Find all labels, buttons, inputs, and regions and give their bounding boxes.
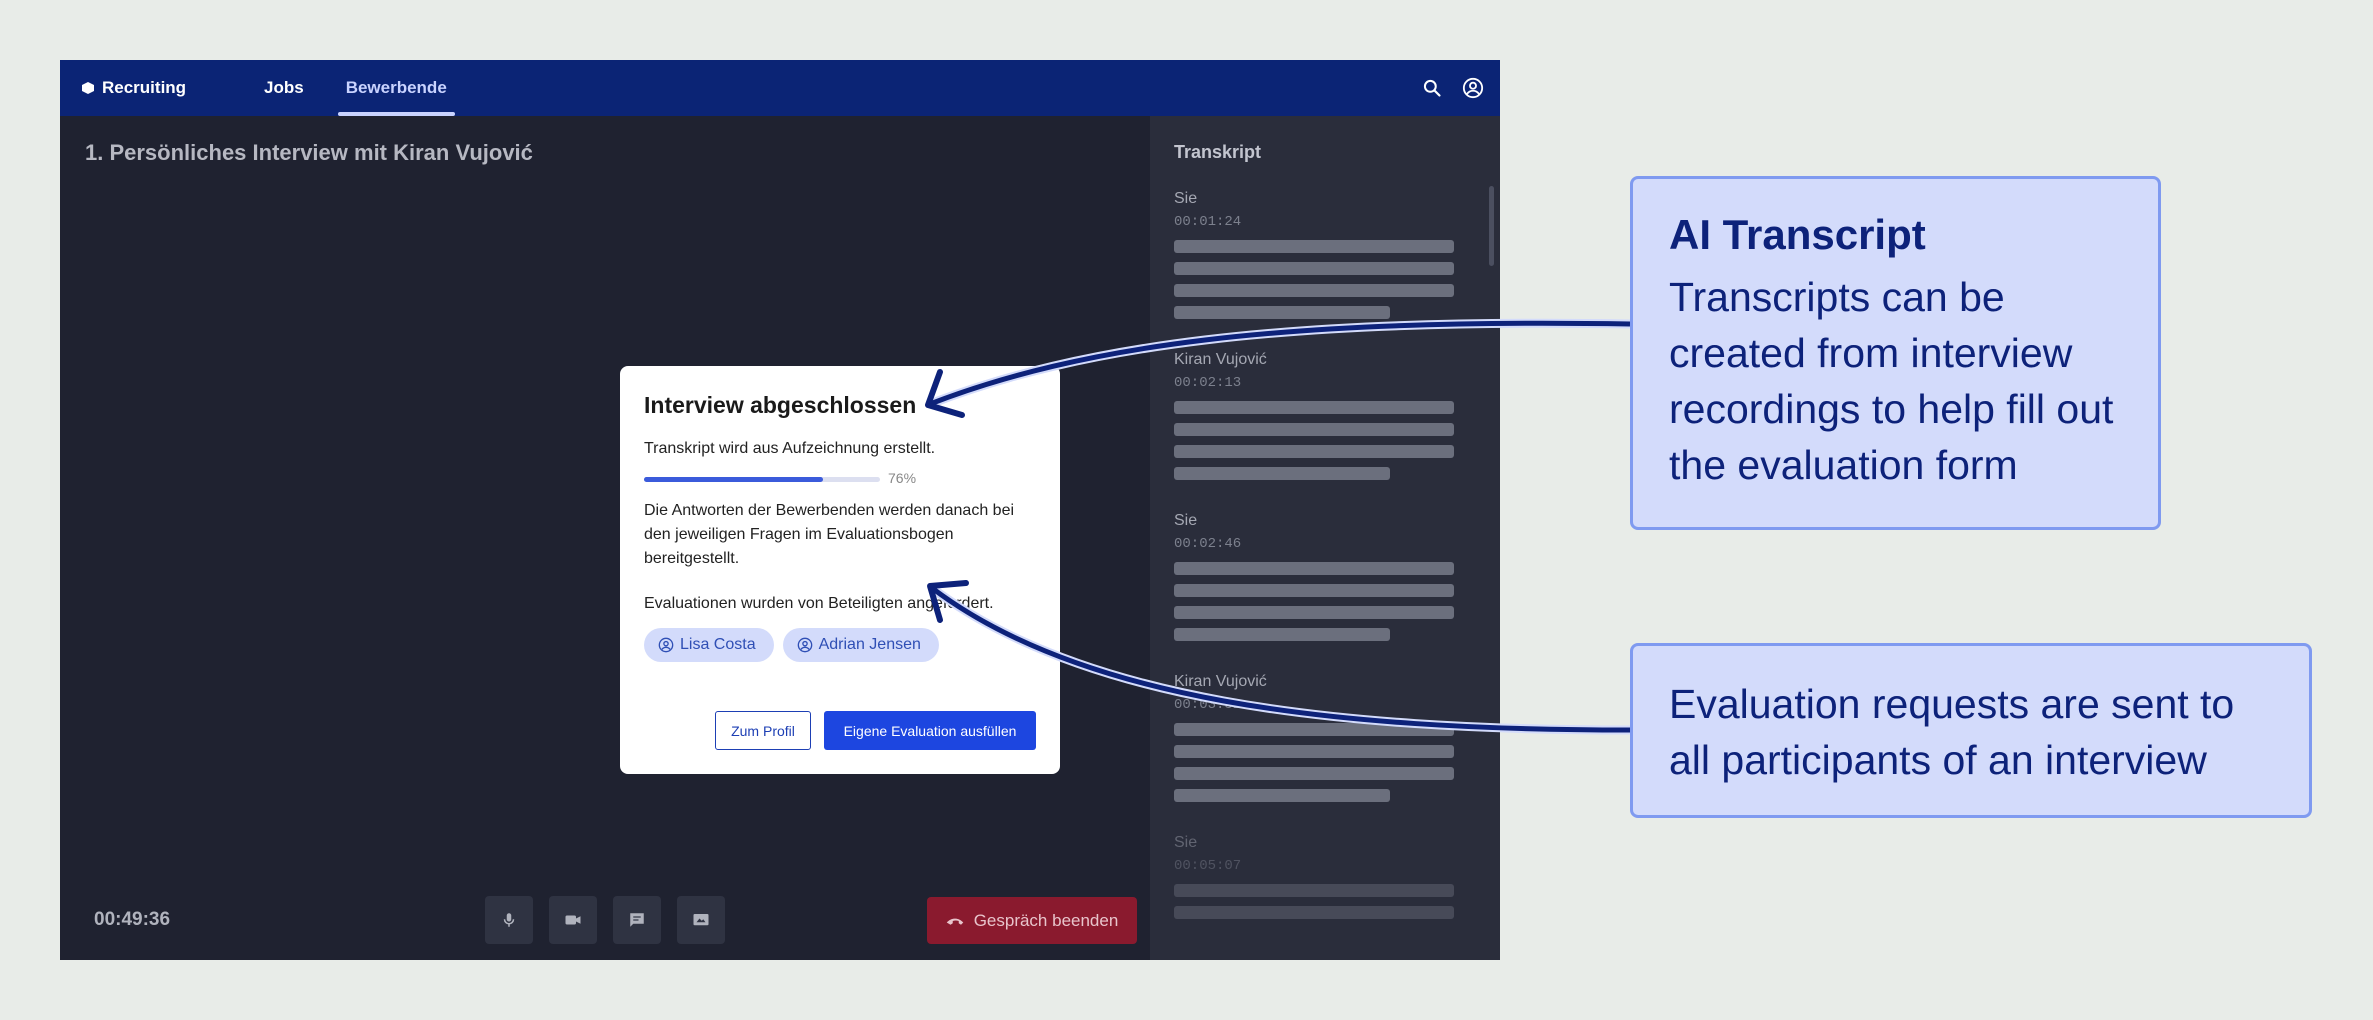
- transcript-speaker: Sie: [1174, 190, 1198, 207]
- call-timer: 00:49:36: [94, 909, 171, 930]
- transcript-timestamp: 00:01:24: [1174, 214, 1242, 230]
- ai-transcript-callout: AI Transcript Transcripts can be created…: [1630, 176, 2161, 530]
- top-navigation-bar: Recruiting Jobs Bewerbende: [60, 60, 1500, 116]
- transcript-entry: Kiran Vujović 00:03:51: [1174, 673, 1454, 834]
- screen-share-button[interactable]: [677, 896, 725, 944]
- transcript-text-placeholder: [1174, 745, 1454, 758]
- transcript-text-placeholder: [1174, 240, 1454, 253]
- fill-evaluation-button[interactable]: Eigene Evaluation ausfüllen: [824, 711, 1036, 750]
- transcript-speaker: Sie: [1174, 834, 1198, 851]
- end-call-button[interactable]: Gespräch beenden: [927, 897, 1137, 944]
- transcript-entry: Sie 00:01:24: [1174, 190, 1454, 351]
- participant-name: Lisa Costa: [680, 636, 756, 653]
- dialog-title: Interview abgeschlossen: [644, 392, 917, 418]
- user-circle-icon: [797, 637, 812, 653]
- screen-share-icon: [693, 914, 709, 926]
- main-nav: Jobs Bewerbende: [256, 60, 481, 116]
- participant-chip[interactable]: Adrian Jensen: [782, 628, 939, 662]
- transcript-text-placeholder: [1174, 884, 1454, 897]
- transcript-text-placeholder: [1174, 723, 1454, 736]
- transcript-text-placeholder: [1174, 262, 1454, 275]
- camera-button[interactable]: [549, 896, 597, 944]
- transcript-text-placeholder: [1174, 306, 1390, 319]
- transcript-entries: Sie 00:01:24 Kiran Vujović 00:02:13 Sie …: [1174, 190, 1454, 960]
- interview-complete-dialog: Interview abgeschlossen Transkript wird …: [620, 366, 1060, 774]
- search-icon[interactable]: [1422, 78, 1442, 98]
- brand-name: Recruiting: [102, 78, 187, 97]
- transcript-entry: Kiran Vujović 00:02:13: [1174, 351, 1454, 512]
- transcript-entry: Sie 00:05:07: [1174, 834, 1454, 960]
- account-circle-icon[interactable]: [1462, 77, 1484, 99]
- participant-chips: Lisa Costa Adrian Jensen: [644, 628, 939, 662]
- hexagon-logo-icon: [82, 82, 94, 94]
- transcript-timestamp: 00:02:13: [1174, 375, 1242, 391]
- transcript-text-placeholder: [1174, 628, 1390, 641]
- callout-heading: AI Transcript: [1669, 211, 1926, 258]
- transcript-text-placeholder: [1174, 606, 1454, 619]
- nav-jobs[interactable]: Jobs: [256, 60, 312, 116]
- transcript-progress-label: 76%: [888, 470, 917, 486]
- brand[interactable]: Recruiting: [82, 60, 186, 116]
- participant-chip[interactable]: Lisa Costa: [644, 628, 774, 662]
- user-circle-icon: [658, 637, 674, 653]
- transcript-text-placeholder: [1174, 467, 1390, 480]
- transcript-entry: Sie 00:02:46: [1174, 512, 1454, 673]
- interview-title: 1. Persönliches Interview mit Kiran Vujo…: [85, 140, 533, 165]
- phone-hangup-icon: [946, 918, 963, 925]
- call-controls: [485, 896, 725, 944]
- transcript-text-placeholder: [1174, 562, 1454, 575]
- transcript-text-placeholder: [1174, 767, 1454, 780]
- transcript-text-placeholder: [1174, 906, 1454, 919]
- transcript-text-placeholder: [1174, 284, 1454, 297]
- transcript-status: Transkript wird aus Aufzeichnung erstell…: [644, 440, 936, 457]
- nav-bewerbende[interactable]: Bewerbende: [337, 60, 455, 116]
- evaluation-requests-callout: Evaluation requests are sent to all part…: [1630, 643, 2312, 818]
- microphone-button[interactable]: [485, 896, 533, 944]
- transcript-speaker: Kiran Vujović: [1174, 351, 1267, 368]
- end-call-label: Gespräch beenden: [973, 910, 1119, 930]
- callout-text: Transcripts can be created from intervie…: [1669, 274, 2114, 488]
- transcript-speaker: Sie: [1174, 512, 1198, 529]
- transcript-progress-bar: [644, 477, 880, 482]
- transcript-timestamp: 00:02:46: [1174, 536, 1242, 552]
- chat-icon: [630, 913, 644, 927]
- transcript-timestamp: 00:03:51: [1174, 697, 1242, 713]
- transcript-progress-fill: [644, 477, 824, 482]
- transcript-text-placeholder: [1174, 789, 1390, 802]
- transcript-panel: Transkript Sie 00:01:24 Kiran Vujović 00…: [1150, 116, 1500, 960]
- to-profile-button[interactable]: Zum Profil: [715, 711, 811, 750]
- transcript-title: Transkript: [1174, 142, 1262, 162]
- evaluation-requested-text: Evaluationen wurden von Beteiligten ange…: [644, 595, 994, 612]
- transcript-text-placeholder: [1174, 401, 1454, 414]
- dialog-info-text: Die Antworten der Bewerbenden werden dan…: [644, 502, 1015, 567]
- top-icons: [1422, 60, 1484, 116]
- camera-icon: [565, 915, 581, 925]
- transcript-speaker: Kiran Vujović: [1174, 673, 1267, 690]
- transcript-text-placeholder: [1174, 584, 1454, 597]
- transcript-text-placeholder: [1174, 423, 1454, 436]
- interview-app: Recruiting Jobs Bewerbende 1. Persönlich…: [60, 60, 1500, 960]
- callout-text: Evaluation requests are sent to all part…: [1669, 681, 2235, 783]
- chat-button[interactable]: [613, 896, 661, 944]
- microphone-icon: [503, 913, 515, 927]
- transcript-scrollbar[interactable]: [1489, 186, 1494, 266]
- transcript-timestamp: 00:05:07: [1174, 858, 1242, 874]
- transcript-text-placeholder: [1174, 445, 1454, 458]
- participant-name: Adrian Jensen: [818, 636, 921, 653]
